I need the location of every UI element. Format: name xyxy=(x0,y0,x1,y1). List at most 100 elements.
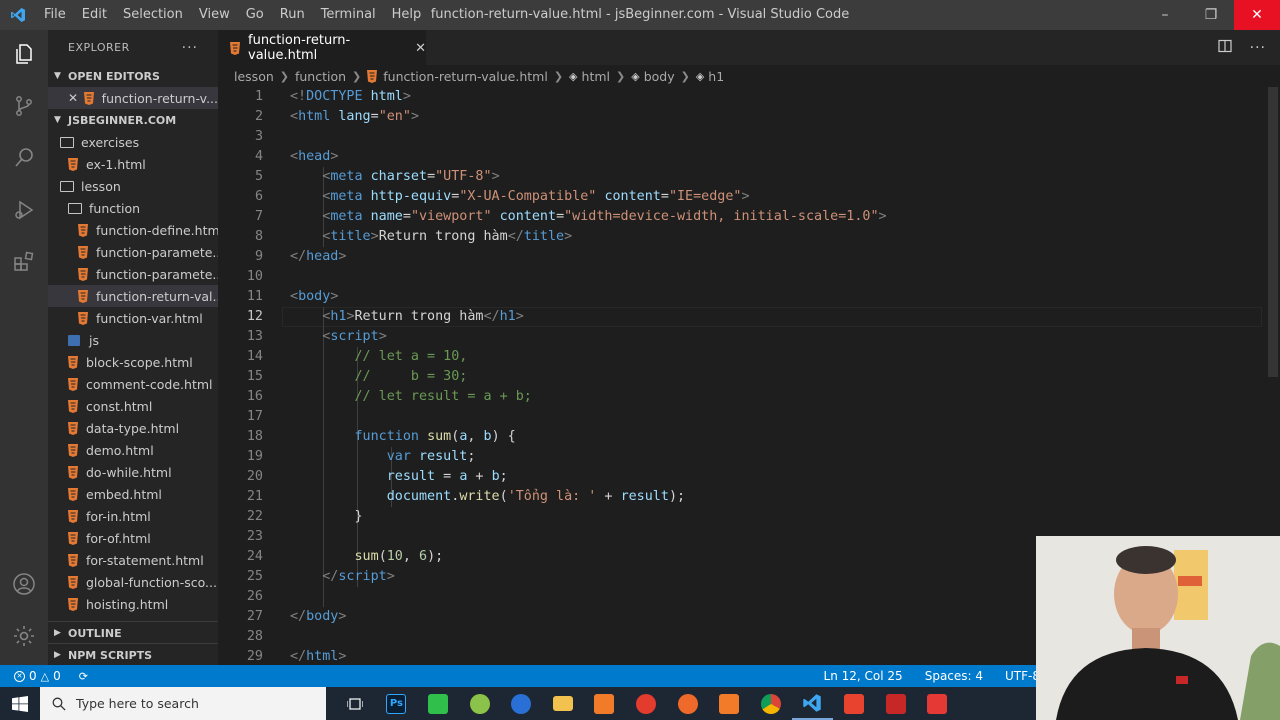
code-token: > xyxy=(741,189,750,204)
chrome-icon[interactable] xyxy=(750,687,792,720)
xampp-icon[interactable] xyxy=(584,687,626,720)
close-tab-icon[interactable]: ✕ xyxy=(415,41,426,56)
file-item[interactable]: block-scope.html xyxy=(48,351,218,373)
live-share-icon[interactable]: ⟳ xyxy=(79,670,88,683)
file-item[interactable]: for-in.html xyxy=(48,505,218,527)
workspace-section[interactable]: ▼ JSBEGINNER.COM xyxy=(48,109,218,131)
folder-item[interactable]: function xyxy=(48,197,218,219)
settings-gear-icon[interactable] xyxy=(12,624,36,648)
close-icon[interactable]: ✕ xyxy=(68,91,84,105)
file-explorer-icon[interactable] xyxy=(542,687,584,720)
editor-scrollbar[interactable] xyxy=(1268,87,1278,377)
file-item[interactable]: function-paramete... xyxy=(48,263,218,285)
source-control-icon[interactable] xyxy=(12,94,36,118)
task-view-icon[interactable] xyxy=(334,687,376,720)
folder-item[interactable]: js xyxy=(48,329,218,351)
split-editor-icon[interactable] xyxy=(1218,39,1232,57)
code-line: 7 <meta name="viewport" content="width=d… xyxy=(218,207,1268,227)
file-item[interactable]: function-paramete... xyxy=(48,241,218,263)
file-item[interactable]: for-statement.html xyxy=(48,549,218,571)
code-token: </ xyxy=(507,229,524,244)
menu-help[interactable]: Help xyxy=(384,0,430,30)
file-item[interactable]: const.html xyxy=(48,395,218,417)
code-text: document.write('Tổng là: ' + result); xyxy=(290,487,685,507)
file-item[interactable]: function-var.html xyxy=(48,307,218,329)
file-item[interactable]: demo.html xyxy=(48,439,218,461)
encoding[interactable]: UTF-8 xyxy=(1005,669,1040,683)
cursor-position[interactable]: Ln 12, Col 25 xyxy=(824,669,903,683)
html-file-icon xyxy=(78,311,88,325)
html-file-icon xyxy=(68,531,78,545)
notepad-plus-plus-icon[interactable] xyxy=(459,687,501,720)
run-debug-icon[interactable] xyxy=(12,198,36,222)
code-line: 16 // let result = a + b; xyxy=(218,387,1268,407)
npm-scripts-section[interactable]: ▶ NPM SCRIPTS xyxy=(48,643,218,665)
menu-terminal[interactable]: Terminal xyxy=(313,0,384,30)
errors-status[interactable]: ✕ 0 △ 0 xyxy=(14,669,61,683)
code-line: 1 <!DOCTYPE html> xyxy=(218,87,1268,107)
breadcrumb-lesson[interactable]: lesson xyxy=(234,69,274,84)
breadcrumb-body[interactable]: body xyxy=(644,69,675,84)
file-item[interactable]: comment-code.html xyxy=(48,373,218,395)
file-item[interactable]: do-while.html xyxy=(48,461,218,483)
tomato-app-icon[interactable] xyxy=(625,687,667,720)
more-actions-icon[interactable]: ··· xyxy=(182,40,198,56)
file-item[interactable]: global-function-sco... xyxy=(48,571,218,593)
menu-view[interactable]: View xyxy=(191,0,238,30)
open-editor-item[interactable]: ✕ function-return-v... xyxy=(48,87,218,109)
code-token: title xyxy=(330,229,371,244)
filezilla-icon[interactable] xyxy=(875,687,917,720)
search-icon[interactable] xyxy=(12,146,36,170)
code-token: > xyxy=(338,249,347,264)
code-text: } xyxy=(290,507,362,527)
minimize-button[interactable]: – xyxy=(1142,0,1188,30)
explorer-icon[interactable] xyxy=(12,42,36,66)
menu-selection[interactable]: Selection xyxy=(115,0,191,30)
menu-bar: File Edit Selection View Go Run Terminal… xyxy=(36,0,429,30)
breadcrumb-html[interactable]: html xyxy=(582,69,610,84)
file-item[interactable]: data-type.html xyxy=(48,417,218,439)
tab-function-return-value[interactable]: function-return-value.html ✕ xyxy=(218,30,426,65)
folder-item[interactable]: lesson xyxy=(48,175,218,197)
file-item[interactable]: function-define.html xyxy=(48,219,218,241)
more-actions-icon[interactable]: ··· xyxy=(1250,40,1266,56)
file-item[interactable]: ex-1.html xyxy=(48,153,218,175)
file-item[interactable]: hoisting.html xyxy=(48,593,218,615)
account-icon[interactable] xyxy=(12,572,36,596)
folder-item[interactable]: exercises xyxy=(48,131,218,153)
menu-file[interactable]: File xyxy=(36,0,74,30)
browser-icon[interactable] xyxy=(500,687,542,720)
close-button[interactable]: ✕ xyxy=(1234,0,1280,30)
open-editors-section[interactable]: ▼ OPEN EDITORS xyxy=(48,65,218,87)
folder-icon xyxy=(68,202,82,214)
outline-section[interactable]: ▶ OUTLINE xyxy=(48,621,218,644)
tree-item-label: function-paramete... xyxy=(96,266,218,282)
menu-edit[interactable]: Edit xyxy=(74,0,115,30)
file-item[interactable]: for-of.html xyxy=(48,527,218,549)
file-item[interactable]: embed.html xyxy=(48,483,218,505)
vscode-taskbar-icon[interactable] xyxy=(791,687,834,720)
menu-go[interactable]: Go xyxy=(238,0,272,30)
xampp-icon[interactable] xyxy=(708,687,750,720)
breadcrumb-h1[interactable]: h1 xyxy=(708,69,724,84)
indentation[interactable]: Spaces: 4 xyxy=(925,669,983,683)
camtasia-icon[interactable] xyxy=(417,687,459,720)
breadcrumb-file[interactable]: function-return-value.html xyxy=(383,69,548,84)
restore-button[interactable]: ❐ xyxy=(1188,0,1234,30)
tree-item-label: data-type.html xyxy=(86,420,180,436)
code-token: script xyxy=(338,569,387,584)
taskbar-search[interactable]: Type here to search xyxy=(40,687,326,720)
file-item[interactable]: function-return-val... xyxy=(48,285,218,307)
extensions-icon[interactable] xyxy=(12,250,36,274)
photoshop-icon[interactable]: Ps xyxy=(376,687,418,720)
windows-start-icon[interactable] xyxy=(0,687,40,720)
menu-run[interactable]: Run xyxy=(272,0,313,30)
media-app-icon[interactable] xyxy=(667,687,709,720)
html-file-icon xyxy=(68,575,78,589)
breadcrumb-function[interactable]: function xyxy=(295,69,346,84)
code-token: > xyxy=(386,569,395,584)
xampp-icon[interactable] xyxy=(833,687,875,720)
red-app-icon[interactable] xyxy=(916,687,958,720)
